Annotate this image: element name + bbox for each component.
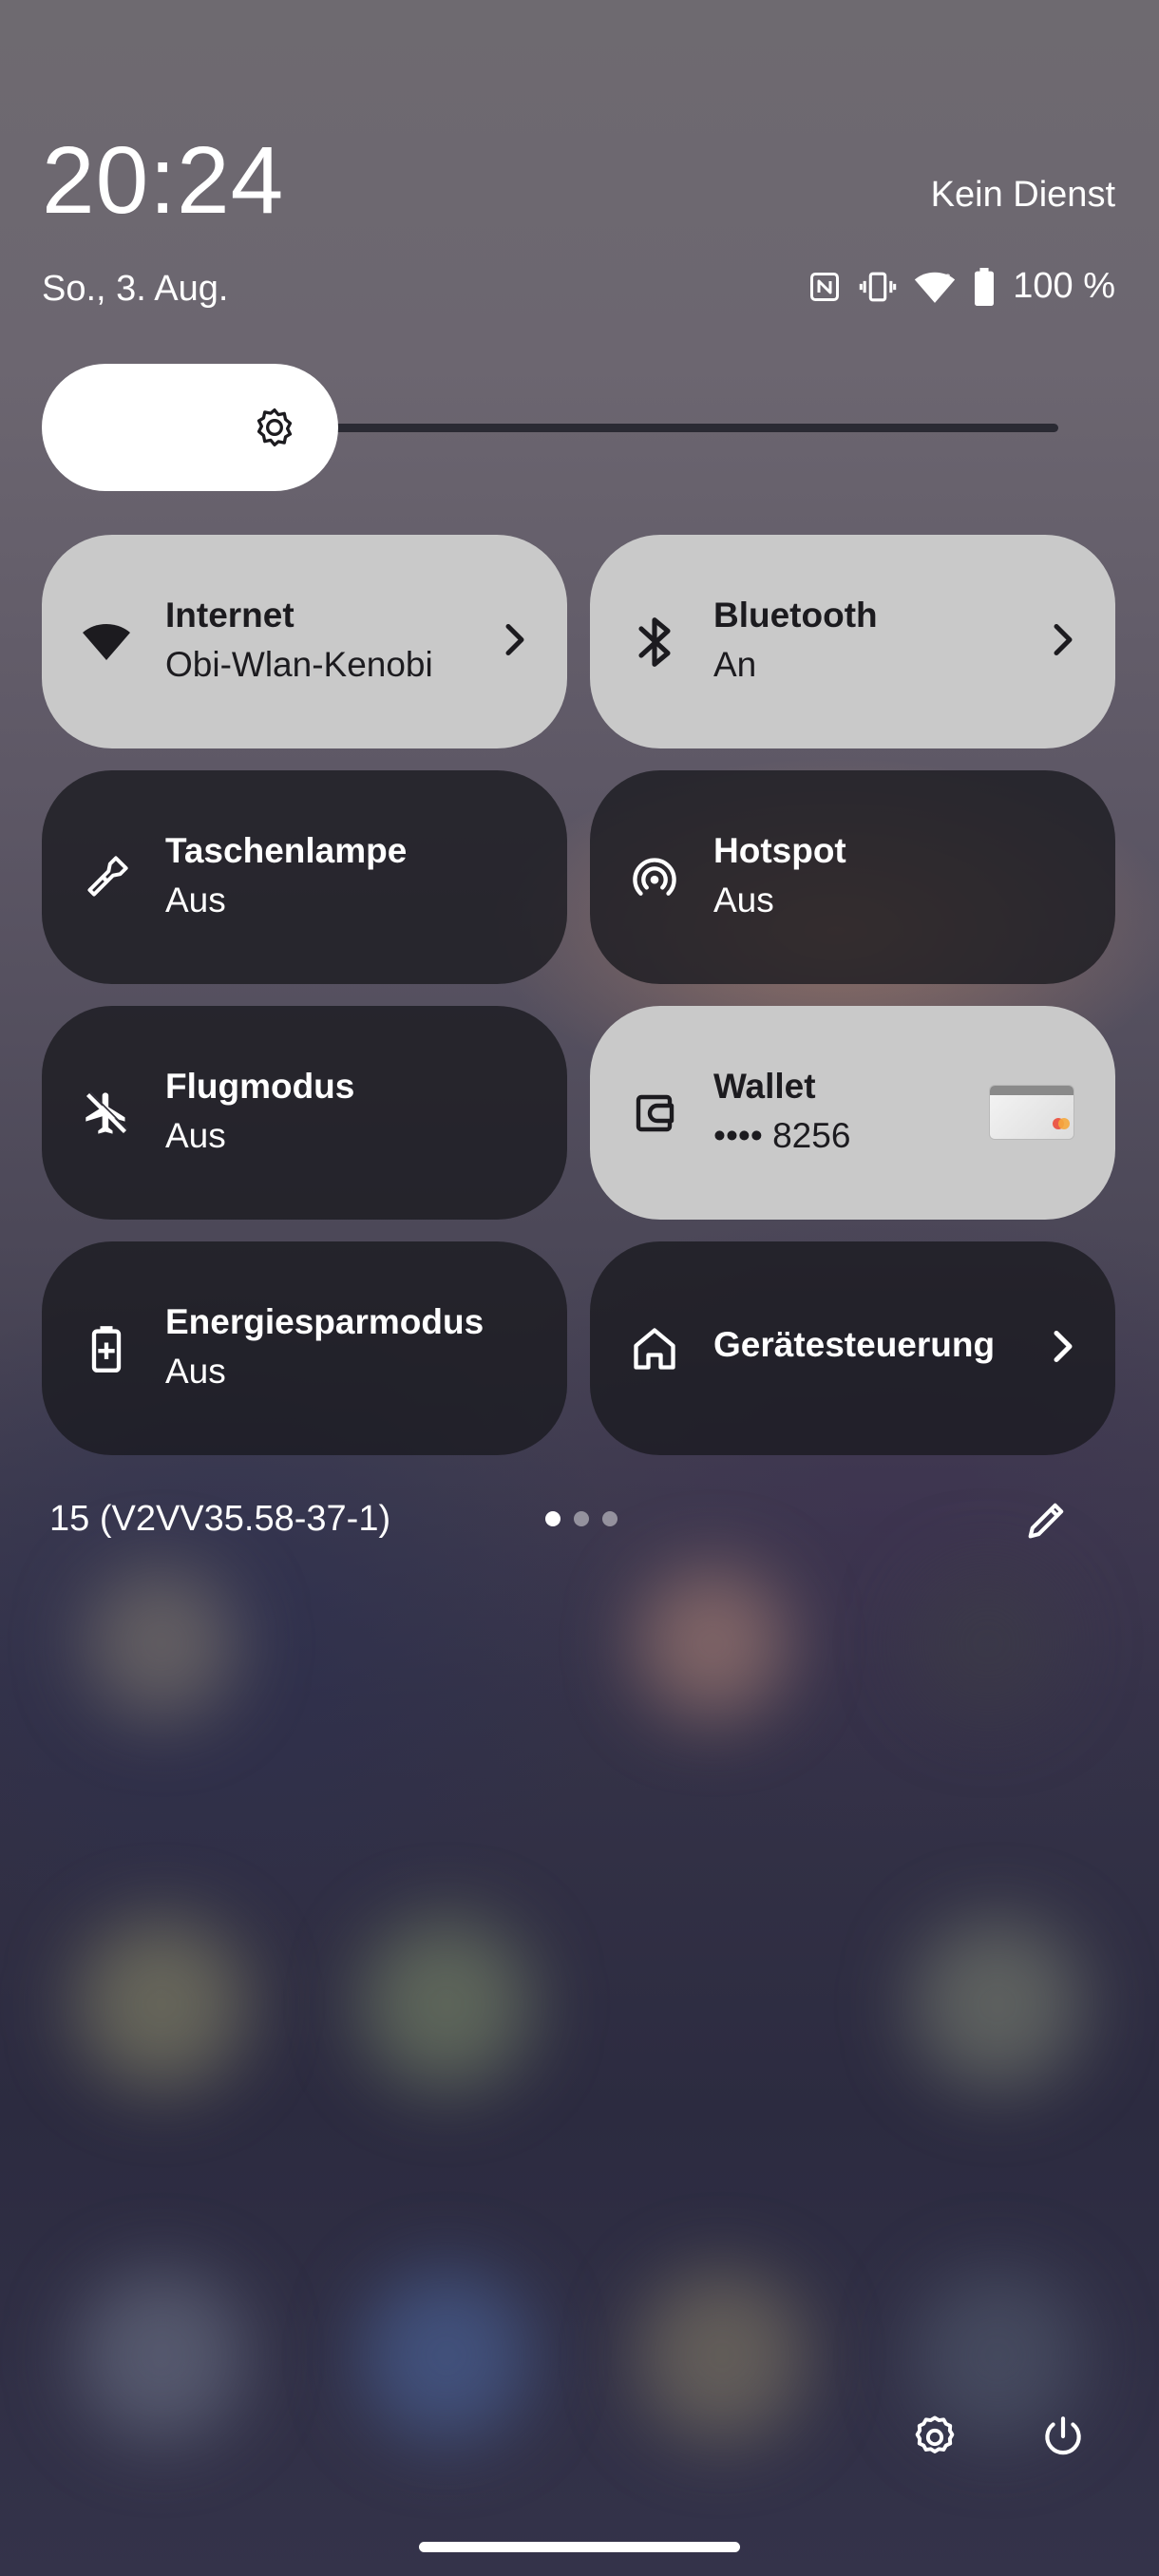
brightness-icon (256, 408, 293, 446)
page-dot (574, 1511, 589, 1526)
edit-button[interactable] (1022, 1495, 1072, 1549)
blurred-app-icon (636, 1567, 788, 1719)
tile-flashlight[interactable]: Taschenlampe Aus (42, 770, 567, 984)
settings-icon (915, 2415, 955, 2453)
status-icons: 6 100 % (808, 266, 1115, 307)
blurred-app-icon (86, 1567, 238, 1719)
tile-subtitle: Obi-Wlan-Kenobi (165, 645, 433, 684)
brightness-slider[interactable] (42, 364, 1058, 491)
tile-hotspot[interactable]: Hotspot Aus (590, 770, 1115, 984)
tile-subtitle: Aus (713, 881, 774, 919)
tile-title: Bluetooth (713, 596, 878, 635)
battery-icon (973, 267, 996, 306)
flashlight-icon (82, 853, 131, 902)
wifi-icon (82, 617, 131, 667)
blurred-app-icon (912, 1919, 1083, 2090)
tile-subtitle: Aus (165, 1116, 226, 1155)
tile-device-controls[interactable]: Gerätesteuerung (590, 1241, 1115, 1455)
vibrate-icon (859, 269, 897, 305)
svg-text:6: 6 (944, 271, 951, 284)
hotspot-icon (630, 853, 679, 902)
tile-battery-saver[interactable]: Energiesparmodus Aus (42, 1241, 567, 1455)
tile-title: Flugmodus (165, 1067, 355, 1106)
tile-title: Internet (165, 596, 294, 635)
airplane-off-icon (82, 1089, 131, 1138)
tile-subtitle: Aus (165, 881, 226, 919)
tile-subtitle: Aus (165, 1352, 226, 1391)
bluetooth-icon (630, 616, 679, 667)
home-gesture-bar[interactable] (419, 2542, 740, 2552)
wallet-icon (630, 1089, 679, 1138)
blurred-app-icon (76, 2270, 247, 2441)
blurred-app-icon (361, 2270, 532, 2441)
battery-percent: 100 % (1013, 266, 1115, 306)
blurred-app-icon (636, 2270, 808, 2441)
tile-wallet[interactable]: Wallet •••• 8256 (590, 1006, 1115, 1220)
tile-subtitle: •••• 8256 (713, 1116, 851, 1155)
carrier-label: Kein Dienst (930, 175, 1115, 215)
tile-title: Hotspot (713, 831, 846, 870)
tile-title: Gerätesteuerung (713, 1325, 996, 1364)
page-dot (545, 1511, 560, 1526)
battery-saver-icon (82, 1324, 131, 1373)
tile-subtitle: An (713, 645, 757, 684)
brightness-thumb[interactable] (42, 364, 338, 491)
tile-bluetooth[interactable]: Bluetooth An (590, 535, 1115, 748)
blurred-app-icon (361, 1919, 532, 2090)
tile-airplane-mode[interactable]: Flugmodus Aus (42, 1006, 567, 1220)
tile-title: Wallet (713, 1067, 816, 1106)
blurred-app-icon (76, 1919, 247, 2090)
tile-title: Energiesparmodus (165, 1302, 484, 1341)
wifi-icon: 6 (914, 269, 956, 305)
home-icon (630, 1324, 679, 1373)
settings-button[interactable] (910, 2413, 960, 2467)
page-indicator (545, 1511, 618, 1526)
power-icon (1045, 2416, 1081, 2455)
chevron-right-icon[interactable] (1053, 1329, 1075, 1368)
clock-time[interactable]: 20:24 (42, 133, 284, 228)
build-number[interactable]: 15 (V2VV35.58-37-1) (49, 1499, 390, 1540)
tile-title: Taschenlampe (165, 831, 408, 870)
page-dot (602, 1511, 618, 1526)
nfc-icon (808, 269, 842, 305)
tile-internet[interactable]: Internet Obi-Wlan-Kenobi (42, 535, 567, 748)
edit-icon (1028, 1503, 1064, 1539)
blurred-app-icon (912, 1567, 1064, 1719)
payment-card-image (990, 1086, 1074, 1139)
date-label[interactable]: So., 3. Aug. (42, 269, 228, 310)
chevron-right-icon[interactable] (1053, 622, 1075, 661)
brightness-track[interactable] (327, 424, 1058, 432)
chevron-right-icon[interactable] (504, 622, 527, 661)
power-button[interactable] (1039, 2413, 1087, 2467)
